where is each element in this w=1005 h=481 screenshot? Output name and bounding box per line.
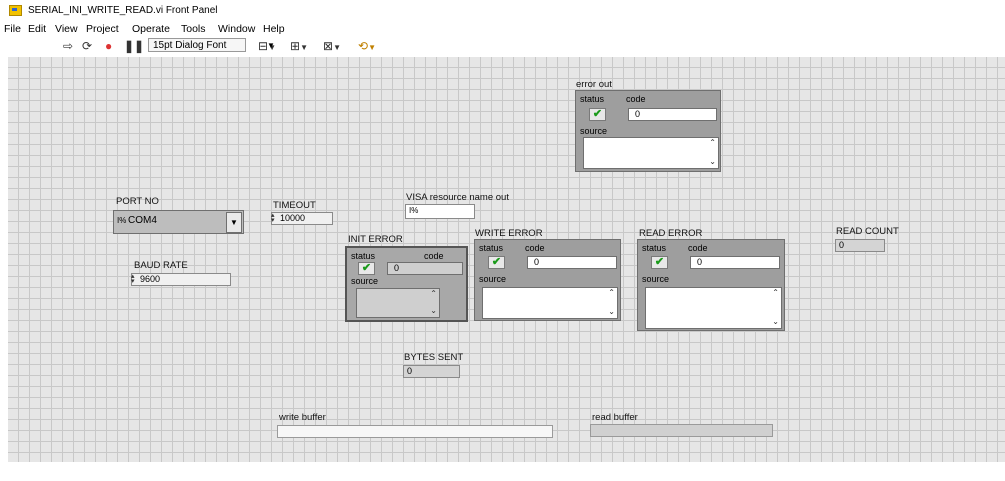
write-buffer-field[interactable] xyxy=(277,425,553,438)
status-check-icon[interactable]: ✔ xyxy=(358,262,375,275)
port-no-selector[interactable]: I% COM4 ▼ xyxy=(113,210,244,234)
abort-icon[interactable]: ● xyxy=(105,39,112,53)
scroll-up-icon[interactable]: ⌃ xyxy=(772,288,779,297)
init-error-label: INIT ERROR xyxy=(348,234,403,245)
baud-rate-label: BAUD RATE xyxy=(134,260,188,271)
font-selector[interactable]: 15pt Dialog Font ▼ xyxy=(148,38,275,52)
source-field[interactable]: ⌃ ⌄ xyxy=(583,137,719,169)
scroll-up-icon[interactable]: ⌃ xyxy=(430,289,437,298)
write-error-cluster: status code ✔ 0 source ⌃ ⌄ xyxy=(474,239,621,321)
menu-project[interactable]: Project xyxy=(86,23,119,35)
menu-window[interactable]: Window xyxy=(218,23,255,35)
run-continuously-icon[interactable]: ⟳ xyxy=(82,39,92,53)
timeout-field[interactable]: 10000 xyxy=(271,212,333,225)
code-field[interactable]: 0 xyxy=(690,256,780,269)
reorder-icon[interactable]: ⟲▼ xyxy=(358,39,376,53)
scroll-up-icon[interactable]: ⌃ xyxy=(608,288,615,297)
dropdown-arrow-icon[interactable]: ▼ xyxy=(226,212,242,233)
source-field[interactable]: ⌃ ⌄ xyxy=(356,288,440,318)
source-label: source xyxy=(642,274,670,284)
run-arrow-icon[interactable]: ⇨ xyxy=(63,39,73,53)
read-count-field[interactable]: 0 xyxy=(835,239,885,252)
status-label: status xyxy=(479,243,504,253)
visa-icon: I% xyxy=(117,216,127,225)
visa-resource-label: VISA resource name out xyxy=(406,192,509,203)
baud-rate-value: 9600 xyxy=(140,274,161,284)
timeout-label: TIMEOUT xyxy=(273,200,316,211)
resize-objects-icon[interactable]: ⊠▼ xyxy=(323,39,341,53)
code-label: code xyxy=(688,243,708,253)
window-title: SERIAL_INI_WRITE_READ.vi Front Panel xyxy=(28,5,218,16)
menu-file[interactable]: File xyxy=(4,23,21,35)
menu-bar: File Edit View Project Operate Tools Win… xyxy=(0,21,1005,37)
read-buffer-label: read buffer xyxy=(592,412,638,423)
code-field[interactable]: 0 xyxy=(628,108,717,121)
scroll-down-icon[interactable]: ⌄ xyxy=(608,307,615,316)
write-buffer-label: write buffer xyxy=(279,412,326,423)
distribute-objects-icon[interactable]: ⊞▼ xyxy=(290,39,308,53)
read-buffer-field[interactable] xyxy=(590,424,773,437)
menu-view[interactable]: View xyxy=(55,23,78,35)
source-label: source xyxy=(351,276,379,286)
scroll-down-icon[interactable]: ⌄ xyxy=(430,306,437,315)
code-field[interactable]: 0 xyxy=(527,256,617,269)
increment-icon[interactable]: ▴ ▾ xyxy=(131,273,136,285)
menu-operate[interactable]: Operate xyxy=(132,23,170,35)
error-out-cluster: status code ✔ 0 source ⌃ ⌄ xyxy=(575,90,721,172)
status-check-icon[interactable]: ✔ xyxy=(651,256,668,269)
source-field[interactable]: ⌃ ⌄ xyxy=(482,287,618,319)
read-error-cluster: status code ✔ 0 source ⌃ ⌄ xyxy=(637,239,785,331)
vi-icon xyxy=(9,5,22,16)
code-label: code xyxy=(525,243,545,253)
source-label: source xyxy=(580,126,608,136)
status-label: status xyxy=(580,94,605,104)
status-label: status xyxy=(642,243,667,253)
increment-icon[interactable]: ▴ ▾ xyxy=(271,212,276,224)
read-error-label: READ ERROR xyxy=(639,228,703,239)
scroll-down-icon[interactable]: ⌄ xyxy=(772,317,779,326)
bytes-sent-field[interactable]: 0 xyxy=(403,365,460,378)
pause-icon[interactable]: ❚❚ xyxy=(124,39,144,53)
status-check-icon[interactable]: ✔ xyxy=(589,108,606,121)
bytes-sent-label: BYTES SENT xyxy=(404,352,464,363)
menu-tools[interactable]: Tools xyxy=(181,23,206,35)
error-out-label: error out xyxy=(576,79,612,90)
read-count-label: READ COUNT xyxy=(836,226,899,237)
timeout-value: 10000 xyxy=(280,213,306,223)
source-field[interactable]: ⌃ ⌄ xyxy=(645,287,782,329)
status-label: status xyxy=(351,251,376,261)
port-no-value: COM4 xyxy=(128,215,157,226)
code-label: code xyxy=(424,251,444,261)
init-error-cluster: status code ✔ 0 source ⌃ ⌄ xyxy=(345,246,468,322)
write-error-label: WRITE ERROR xyxy=(475,228,543,239)
baud-rate-field[interactable]: 9600 xyxy=(131,273,231,286)
title-bar: SERIAL_INI_WRITE_READ.vi Front Panel xyxy=(0,0,1005,20)
chevron-down-icon: ▼ xyxy=(267,41,275,50)
scroll-up-icon[interactable]: ⌃ xyxy=(709,138,716,147)
source-label: source xyxy=(479,274,507,284)
menu-help[interactable]: Help xyxy=(263,23,285,35)
scroll-down-icon[interactable]: ⌄ xyxy=(709,157,716,166)
visa-resource-field[interactable]: I% xyxy=(405,204,475,219)
code-field[interactable]: 0 xyxy=(387,262,463,275)
port-no-label: PORT NO xyxy=(116,196,159,207)
visa-icon: I% xyxy=(409,206,419,215)
menu-edit[interactable]: Edit xyxy=(28,23,46,35)
code-label: code xyxy=(626,94,646,104)
status-check-icon[interactable]: ✔ xyxy=(488,256,505,269)
